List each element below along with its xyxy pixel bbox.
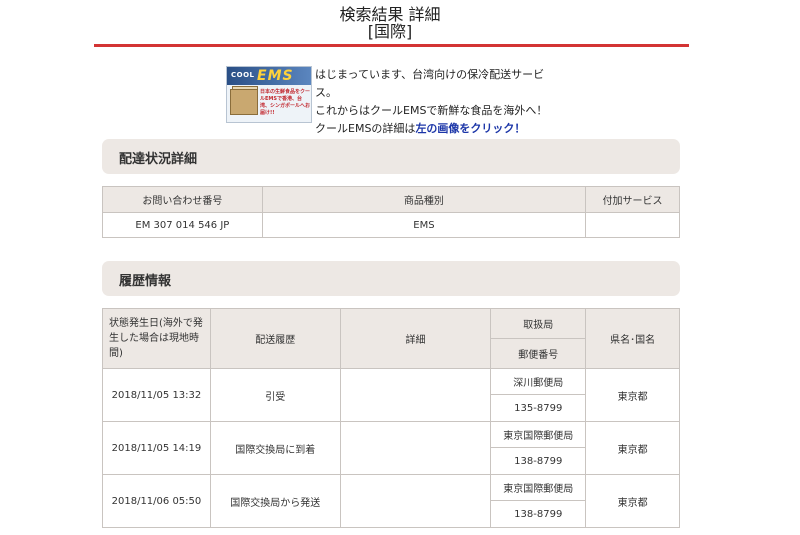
table-row: 2018/11/05 13:32 引受 深川郵便局 東京都 [102, 368, 680, 422]
history-status-cell: 国際交換局から発送 [209, 474, 341, 528]
history-section-header: 履歴情報 [102, 261, 680, 296]
banner-text: はじまっています、台湾向けの保冷配送サービス。 これからはクールEMSで新鮮な食… [315, 66, 558, 138]
header-details: 詳細 [339, 308, 492, 369]
history-postal-code-cell: 135-8799 [490, 394, 587, 422]
delivery-status-section-title: 配達状況詳細 [119, 152, 198, 167]
table-row: 2018/11/05 14:19 国際交換局に到着 東京国際郵便局 東京都 [102, 421, 680, 475]
banner-cta-link[interactable]: 左の画像をクリック！ [415, 122, 525, 135]
history-office-cell: 深川郵便局 [490, 368, 587, 395]
page-title-category: [国際] [367, 22, 413, 41]
header-office: 取扱局 [490, 308, 587, 339]
history-office-cell: 東京国際郵便局 [490, 474, 587, 501]
table-row: 2018/11/06 05:50 国際交換局から発送 東京国際郵便局 東京都 [102, 474, 680, 528]
history-postal-code-cell: 138-8799 [490, 500, 587, 528]
cool-ems-banner[interactable]: COOL EMS 日本の生鮮食品をクールEMSで香港、台湾、シンガポールへお届け… [226, 66, 558, 135]
table-row: EM 307 014 546 JP EMS [102, 212, 680, 238]
banner-text-line2: これからはクールEMSで新鮮な食品を海外へ！ [315, 104, 548, 117]
history-region-cell: 東京都 [585, 474, 680, 528]
history-date-cell: 2018/11/05 14:19 [102, 421, 211, 475]
history-region-cell: 東京都 [585, 368, 680, 422]
banner-text-line1: はじまっています、台湾向けの保冷配送サービス。 [315, 68, 545, 99]
banner-image-caption: 日本の生鮮食品をクールEMSで香港、台湾、シンガポールへお届け!! [260, 89, 311, 116]
header-product-type: 商品種別 [261, 186, 587, 213]
header-delivery-history: 配送履歴 [209, 308, 341, 369]
banner-text-line3-prefix: クールEMSの詳細は [315, 122, 416, 135]
page-title-main: 検索結果 詳細 [339, 5, 441, 24]
cool-ems-banner-image[interactable]: COOL EMS 日本の生鮮食品をクールEMSで香港、台湾、シンガポールへお届け… [226, 66, 312, 123]
header-additional-service: 付加サービス [585, 186, 680, 213]
title-divider [94, 44, 689, 47]
header-postal-code: 郵便番号 [490, 338, 587, 369]
page-title: 検索結果 詳細 [国際] [0, 6, 780, 40]
history-section-title: 履歴情報 [119, 274, 172, 289]
history-status-cell: 国際交換局に到着 [209, 421, 341, 475]
header-region: 県名･国名 [585, 308, 680, 369]
ems-cool-label: COOL [231, 71, 255, 79]
history-date-cell: 2018/11/05 13:32 [102, 368, 211, 422]
header-status-date: 状態発生日(海外で発生した場合は現地時間) [102, 308, 211, 369]
history-postal-code-cell: 138-8799 [490, 447, 587, 475]
product-type-cell: EMS [261, 212, 587, 238]
additional-service-cell [585, 212, 680, 238]
history-table: 状態発生日(海外で発生した場合は現地時間) 配送履歴 詳細 取扱局 県名･国名 … [102, 308, 680, 528]
history-region-cell: 東京都 [585, 421, 680, 475]
history-details-cell [339, 368, 492, 422]
header-tracking-number: お問い合わせ番号 [102, 186, 263, 213]
history-status-cell: 引受 [209, 368, 341, 422]
ems-logo: EMS [257, 68, 294, 84]
history-details-cell [339, 421, 492, 475]
tracking-number-cell: EM 307 014 546 JP [102, 212, 263, 238]
history-office-cell: 東京国際郵便局 [490, 421, 587, 448]
delivery-status-table: お問い合わせ番号 商品種別 付加サービス EM 307 014 546 JP E… [102, 186, 680, 238]
delivery-status-section-header: 配達状況詳細 [102, 139, 680, 174]
history-details-cell [339, 474, 492, 528]
history-date-cell: 2018/11/06 05:50 [102, 474, 211, 528]
cooler-box-icon [230, 89, 258, 115]
banner-text-line3: クールEMSの詳細は左の画像をクリック！ [315, 120, 558, 138]
